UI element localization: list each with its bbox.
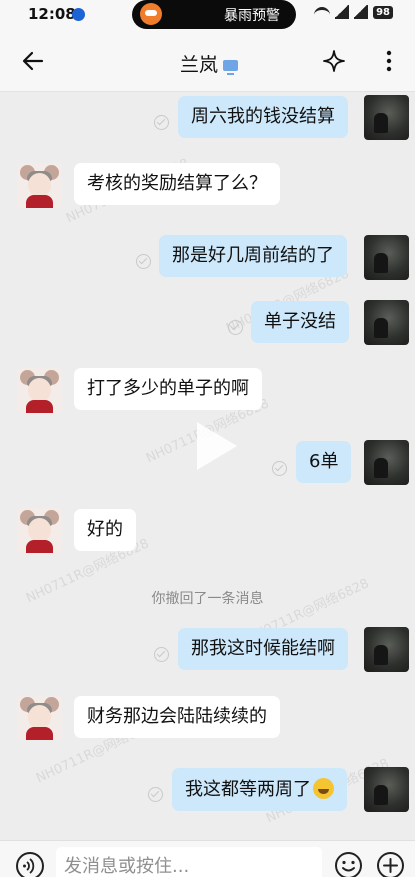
status-time: 12:08 [28, 5, 76, 23]
voice-input-icon[interactable] [15, 851, 45, 877]
weather-alert-text: 暴雨预警 [224, 8, 280, 24]
message-bubble-sent[interactable]: 那是好几周前结的了 [159, 235, 347, 277]
contact-avatar[interactable] [17, 163, 62, 208]
my-avatar[interactable] [364, 235, 409, 280]
sent-status-icon [272, 461, 287, 476]
message-bubble-sent[interactable]: 我这都等两周了 [172, 768, 347, 811]
sent-status-icon [228, 320, 243, 335]
message-bubble-received[interactable]: 好的 [74, 509, 136, 551]
signal-icon [335, 4, 350, 19]
my-avatar[interactable] [364, 767, 409, 812]
chat-title: 兰岚 [180, 54, 219, 76]
contact-avatar[interactable] [17, 368, 62, 413]
emoji-picker-icon[interactable] [334, 851, 363, 877]
chat-header: 兰岚 [0, 30, 415, 92]
my-avatar[interactable] [364, 627, 409, 672]
message-input-bar [0, 840, 415, 877]
recall-notice: 你撤回了一条消息 [151, 591, 264, 607]
message-bubble-received[interactable]: 考核的奖励结算了么？ [74, 163, 280, 205]
message-bubble-sent[interactable]: 6单 [296, 441, 352, 483]
more-vertical-icon[interactable] [384, 49, 394, 73]
notification-app-icon [72, 8, 85, 21]
sent-status-icon [148, 787, 163, 802]
sent-status-icon [154, 647, 169, 662]
contact-avatar[interactable] [17, 508, 62, 553]
message-bubble-received[interactable]: 打了多少的单子的啊 [74, 368, 262, 410]
status-bar: 12:08 暴雨预警 98 [0, 0, 415, 30]
contact-avatar[interactable] [17, 695, 62, 740]
my-avatar[interactable] [364, 440, 409, 485]
my-avatar[interactable] [364, 300, 409, 345]
status-indicators: 98 [314, 4, 393, 19]
play-icon[interactable] [197, 422, 237, 470]
sparkle-icon[interactable] [322, 49, 346, 73]
message-input[interactable] [56, 847, 322, 877]
wifi-icon [314, 6, 331, 19]
sent-status-icon [154, 115, 169, 130]
weather-alert-icon [140, 3, 162, 25]
device-icon [223, 59, 239, 75]
laughing-tears-emoji-icon [313, 778, 334, 799]
chat-title-group[interactable]: 兰岚 [180, 50, 239, 77]
signal-icon-2 [354, 4, 369, 19]
back-arrow-icon[interactable] [20, 48, 46, 74]
add-attachment-icon[interactable] [376, 851, 405, 877]
battery-indicator: 98 [373, 6, 393, 19]
sent-status-icon [136, 254, 151, 269]
message-bubble-received[interactable]: 财务那边会陆陆续续的 [74, 696, 280, 738]
message-bubble-sent[interactable]: 那我这时候能结啊 [178, 628, 348, 670]
dynamic-island[interactable]: 暴雨预警 [132, 0, 296, 29]
my-avatar[interactable] [364, 95, 409, 140]
message-bubble-sent[interactable]: 周六我的钱没结算 [178, 96, 348, 138]
message-text: 我这都等两周了 [185, 779, 311, 800]
message-bubble-sent[interactable]: 单子没结 [251, 301, 349, 343]
